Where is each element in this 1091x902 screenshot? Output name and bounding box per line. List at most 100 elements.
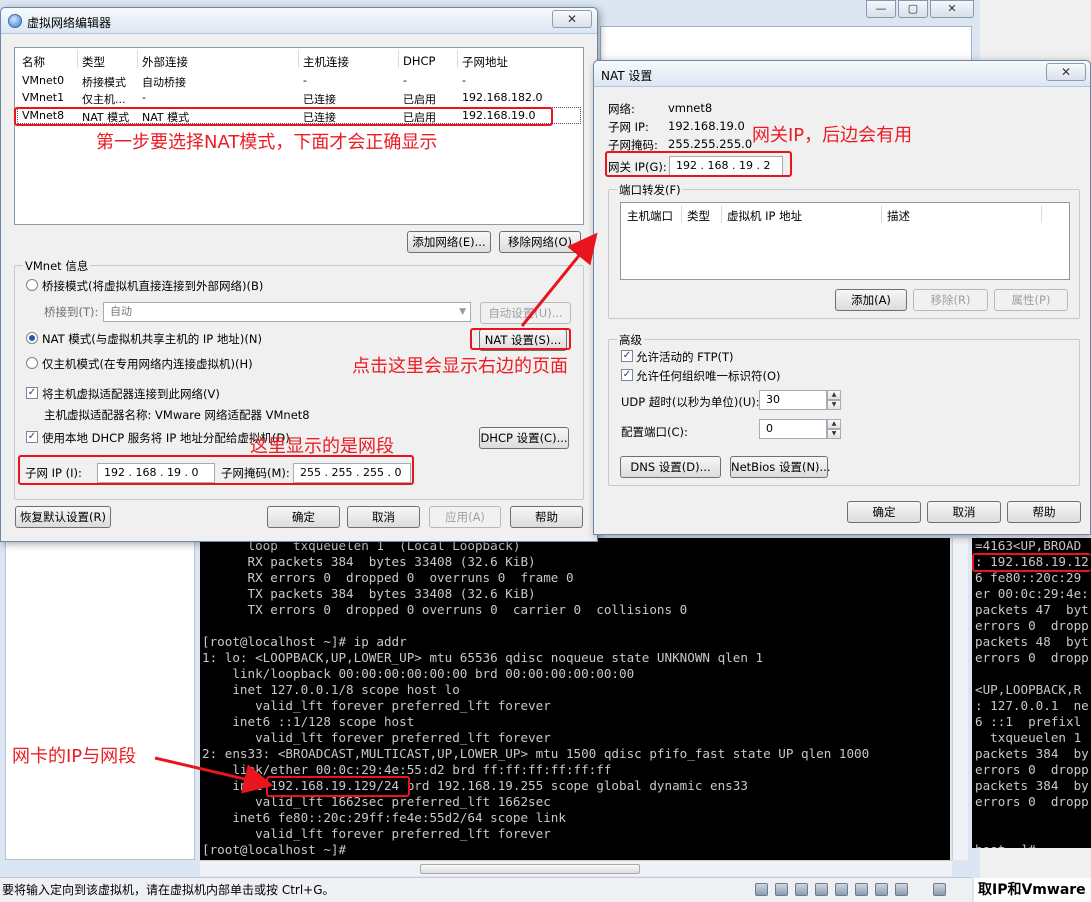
add-port-button[interactable]: 添加(A): [835, 289, 907, 311]
column-header-host[interactable]: 主机连接: [303, 54, 349, 70]
annotation-subnet: 这里显示的是网段: [250, 436, 394, 457]
vm-console-main[interactable]: loop txqueuelen 1 (Local Loopback) RX pa…: [200, 538, 950, 860]
spin-up-icon[interactable]: ▲: [827, 390, 841, 400]
nat-mode-label[interactable]: NAT 模式(与虚拟机共享主机的 IP 地址)(N): [42, 331, 262, 347]
host-only-label[interactable]: 仅主机模式(在专用网络内连接虚拟机)(H): [42, 356, 253, 372]
terminal-line: valid_lft forever preferred_lft forever: [202, 826, 551, 841]
cancel-button[interactable]: 取消: [347, 506, 420, 528]
cell-host: 已连接: [303, 93, 336, 106]
subnet-ip-value: 192.168.19.0: [668, 119, 745, 133]
terminal-line: host ~]#: [975, 842, 1091, 848]
allow-uid-checkbox[interactable]: ✓: [621, 369, 633, 381]
maximize-button[interactable]: ▢: [898, 0, 928, 18]
column-header-name[interactable]: 名称: [22, 54, 45, 70]
restore-defaults-button[interactable]: 恢复默认设置(R): [15, 506, 111, 528]
nat-mode-radio[interactable]: [26, 332, 38, 344]
network-label: 网络:: [608, 102, 635, 116]
bridge-to-select[interactable]: 自动 ▼: [103, 302, 471, 322]
spin-down-icon[interactable]: ▼: [827, 429, 841, 439]
column-header-type[interactable]: 类型: [687, 208, 710, 224]
properties-button[interactable]: 属性(P): [994, 289, 1068, 311]
cell-dhcp: -: [403, 74, 407, 87]
usb-icon[interactable]: [835, 883, 848, 896]
table-row[interactable]: VMnet1 仅主机... - 已连接 已启用 192.168.182.0: [17, 90, 581, 107]
allow-uid-label[interactable]: 允许任何组织唯一标识符(O): [636, 368, 781, 384]
table-row[interactable]: VMnet0 桥接模式 自动桥接 - - -: [17, 73, 581, 90]
scrollbar-thumb[interactable]: [420, 864, 640, 874]
auto-settings-button[interactable]: 自动设置(U)...: [480, 302, 571, 324]
column-header-subnet[interactable]: 子网地址: [462, 54, 508, 70]
connect-adapter-label[interactable]: 将主机虚拟适配器连接到此网络(V): [42, 386, 220, 402]
close-button[interactable]: ✕: [552, 10, 592, 28]
hard-disk-icon[interactable]: [755, 883, 768, 896]
cell-external: 自动桥接: [142, 76, 186, 89]
remove-network-button[interactable]: 移除网络(O): [499, 231, 581, 253]
minimize-button[interactable]: —: [866, 0, 896, 18]
dialog-titlebar[interactable]: NAT 设置 ✕: [594, 61, 1090, 87]
annotation-box-right-ip: [972, 553, 1091, 572]
dns-settings-button[interactable]: DNS 设置(D)...: [620, 456, 721, 478]
ok-button[interactable]: 确定: [847, 501, 921, 523]
spin-down-icon[interactable]: ▼: [827, 400, 841, 410]
bridge-mode-label[interactable]: 桥接模式(将虚拟机直接连接到外部网络)(B): [42, 278, 263, 294]
console-horizontal-scrollbar[interactable]: [200, 860, 952, 876]
udp-timeout-field[interactable]: 30: [759, 390, 827, 410]
column-header-description[interactable]: 描述: [887, 208, 910, 224]
network-adapter-icon[interactable]: [795, 883, 808, 896]
host-only-radio[interactable]: [26, 357, 38, 369]
port-forwarding-table[interactable]: 主机端口 类型 虚拟机 IP 地址 描述: [620, 202, 1070, 280]
cd-drive-icon[interactable]: [775, 883, 788, 896]
connect-adapter-checkbox[interactable]: ✓: [26, 387, 38, 399]
udp-timeout-label: UDP 超时(以秒为单位)(U):: [621, 395, 760, 409]
use-dhcp-checkbox[interactable]: ✓: [26, 431, 38, 443]
terminal-line: RX errors 0 dropped 0 overruns 0 frame 0: [202, 570, 574, 585]
help-button[interactable]: 帮助: [510, 506, 583, 528]
ok-button[interactable]: 确定: [267, 506, 340, 528]
dhcp-settings-button[interactable]: DHCP 设置(C)...: [479, 427, 569, 449]
help-button[interactable]: 帮助: [1007, 501, 1081, 523]
allow-ftp-label[interactable]: 允许活动的 FTP(T): [636, 349, 734, 365]
dialog-titlebar[interactable]: 虚拟网络编辑器 ✕: [1, 8, 597, 34]
apply-button[interactable]: 应用(A): [429, 506, 501, 528]
vm-console-secondary[interactable]: =4163<UP,BROAD: 192.168.19.12 6 fe80::20c…: [972, 538, 1091, 848]
bridge-mode-radio[interactable]: [26, 279, 38, 291]
udp-timeout-stepper[interactable]: ▲ ▼: [827, 390, 841, 410]
allow-ftp-checkbox[interactable]: ✓: [621, 350, 633, 362]
sound-icon[interactable]: [855, 883, 868, 896]
page-text-snippet: 取IP和Vmware: [974, 878, 1091, 902]
close-button[interactable]: ✕: [930, 0, 974, 18]
config-port-field[interactable]: 0: [759, 419, 827, 439]
netbios-settings-button[interactable]: NetBios 设置(N)...: [730, 456, 831, 478]
add-network-button[interactable]: 添加网络(E)...: [407, 231, 491, 253]
column-header-host-port[interactable]: 主机端口: [627, 208, 673, 224]
annotation-step1: 第一步要选择NAT模式，下面才会正确显示: [96, 132, 438, 153]
adapter-name-label: 主机虚拟适配器名称: VMware 网络适配器 VMnet8: [44, 408, 310, 422]
column-header-dhcp[interactable]: DHCP: [403, 54, 435, 68]
terminal-line: [root@localhost ~]# ip addr: [202, 634, 407, 649]
display-icon[interactable]: [895, 883, 908, 896]
column-header-vm-ip[interactable]: 虚拟机 IP 地址: [727, 208, 802, 224]
spin-up-icon[interactable]: ▲: [827, 419, 841, 429]
terminal-line: 6 ::1 prefixl: [975, 714, 1082, 729]
console-vertical-scrollbar[interactable]: [952, 538, 968, 860]
message-icon[interactable]: [933, 883, 946, 896]
column-header-type[interactable]: 类型: [82, 54, 105, 70]
terminal-line: 1: lo: <LOOPBACK,UP,LOWER_UP> mtu 65536 …: [202, 650, 764, 665]
bridge-to-label: 桥接到(T):: [44, 305, 99, 319]
network-adapter-2-icon[interactable]: [815, 883, 828, 896]
terminal-line: inet 127.0.0.1/8 scope host lo: [202, 682, 460, 697]
config-port-stepper[interactable]: ▲ ▼: [827, 419, 841, 439]
window-controls: — ▢ ✕: [866, 0, 976, 18]
library-sidebar[interactable]: [5, 540, 195, 860]
terminal-line: errors 0 dropp: [975, 618, 1089, 633]
column-header-external[interactable]: 外部连接: [142, 54, 188, 70]
cancel-button[interactable]: 取消: [927, 501, 1001, 523]
annotation-nic-ip: 网卡的IP与网段: [12, 746, 137, 767]
terminal-line: packets 384 by: [975, 778, 1089, 793]
terminal-line: errors 0 dropp: [975, 650, 1089, 665]
remove-port-button[interactable]: 移除(R): [913, 289, 988, 311]
close-button[interactable]: ✕: [1046, 63, 1086, 81]
terminal-line: packets 384 by: [975, 746, 1089, 761]
printer-icon[interactable]: [875, 883, 888, 896]
